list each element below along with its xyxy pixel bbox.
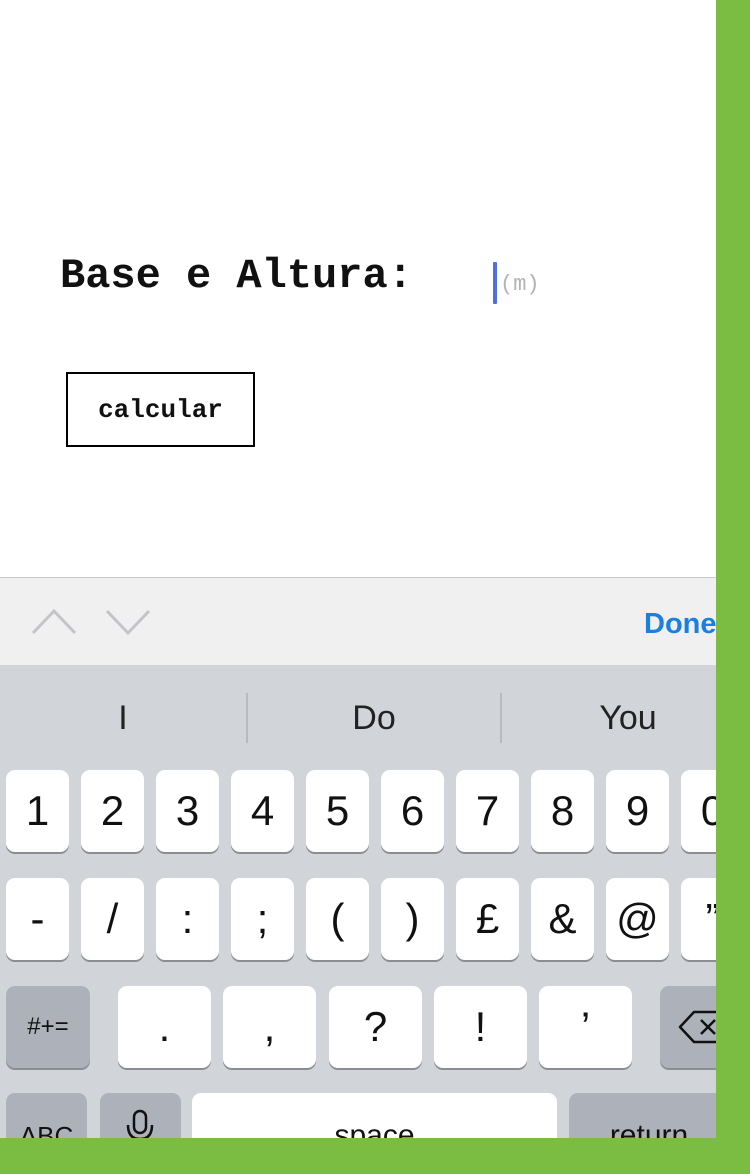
key-label: ? <box>363 1003 388 1050</box>
calculate-button[interactable]: calcular <box>66 372 255 447</box>
key-label: #+= <box>27 1013 69 1040</box>
abc-key[interactable]: ABC <box>6 1093 87 1138</box>
chevron-up-icon[interactable] <box>28 578 80 666</box>
key-label: 4 <box>250 787 275 834</box>
key-slash[interactable]: / <box>81 878 144 960</box>
key-comma[interactable]: , <box>223 986 316 1068</box>
app-screen: Base e Altura: calcular Done I Do You 1 … <box>0 0 716 1138</box>
keyboard-accessory-bar: Done <box>0 577 716 665</box>
dictation-key[interactable] <box>100 1093 181 1138</box>
suggestion-3[interactable]: You <box>502 687 716 749</box>
key-more-symbols[interactable]: #+= <box>6 986 90 1068</box>
key-period[interactable]: . <box>118 986 211 1068</box>
key-label: - <box>30 895 45 942</box>
key-label: 2 <box>100 787 125 834</box>
key-label: ! <box>474 1003 487 1050</box>
key-hyphen[interactable]: - <box>6 878 69 960</box>
key-apostrophe[interactable]: ’ <box>539 986 632 1068</box>
key-label: ; <box>256 895 269 942</box>
key-label: return <box>609 1119 689 1138</box>
backspace-icon <box>678 1010 716 1044</box>
key-quote[interactable]: ” <box>681 878 716 960</box>
key-pound[interactable]: £ <box>456 878 519 960</box>
key-7[interactable]: 7 <box>456 770 519 852</box>
key-5[interactable]: 5 <box>306 770 369 852</box>
key-label: ( <box>330 895 345 942</box>
key-0[interactable]: 0 <box>681 770 716 852</box>
key-label: ABC <box>19 1121 74 1138</box>
key-label: 8 <box>550 787 575 834</box>
key-label: £ <box>475 895 500 942</box>
key-open-paren[interactable]: ( <box>306 878 369 960</box>
key-label: ’ <box>580 1003 591 1050</box>
key-label: 6 <box>400 787 425 834</box>
key-label: space <box>334 1119 415 1138</box>
text-cursor <box>493 262 497 304</box>
key-6[interactable]: 6 <box>381 770 444 852</box>
key-2[interactable]: 2 <box>81 770 144 852</box>
key-label: & <box>548 895 577 942</box>
key-label: 3 <box>175 787 200 834</box>
key-label: . <box>158 1003 171 1050</box>
suggestion-1[interactable]: I <box>0 687 246 749</box>
key-close-paren[interactable]: ) <box>381 878 444 960</box>
key-label: / <box>106 895 119 942</box>
ios-keyboard: I Do You 1 2 3 4 5 6 7 8 9 0 - / : ; ( )… <box>0 665 716 1138</box>
key-exclamation[interactable]: ! <box>434 986 527 1068</box>
key-8[interactable]: 8 <box>531 770 594 852</box>
chevron-down-icon[interactable] <box>102 578 154 666</box>
key-ampersand[interactable]: & <box>531 878 594 960</box>
key-at[interactable]: @ <box>606 878 669 960</box>
base-altura-input[interactable] <box>500 266 680 302</box>
suggestion-2[interactable]: Do <box>248 687 500 749</box>
key-question[interactable]: ? <box>329 986 422 1068</box>
microphone-icon <box>126 1109 154 1138</box>
key-label: 0 <box>700 787 716 834</box>
delete-key[interactable] <box>660 986 716 1068</box>
key-label: ) <box>405 895 420 942</box>
key-4[interactable]: 4 <box>231 770 294 852</box>
key-semicolon[interactable]: ; <box>231 878 294 960</box>
key-label: 7 <box>475 787 500 834</box>
key-9[interactable]: 9 <box>606 770 669 852</box>
space-key[interactable]: space <box>192 1093 557 1138</box>
key-label: 9 <box>625 787 650 834</box>
return-key[interactable]: return <box>569 1093 716 1138</box>
key-1[interactable]: 1 <box>6 770 69 852</box>
key-label: : <box>181 895 194 942</box>
key-label: 5 <box>325 787 350 834</box>
key-label: , <box>263 1003 276 1050</box>
key-3[interactable]: 3 <box>156 770 219 852</box>
key-label: @ <box>616 895 659 942</box>
base-altura-label: Base e Altura: <box>60 252 413 300</box>
done-button[interactable]: Done <box>644 604 716 644</box>
key-label: 1 <box>25 787 50 834</box>
key-colon[interactable]: : <box>156 878 219 960</box>
key-label: ” <box>681 878 717 960</box>
